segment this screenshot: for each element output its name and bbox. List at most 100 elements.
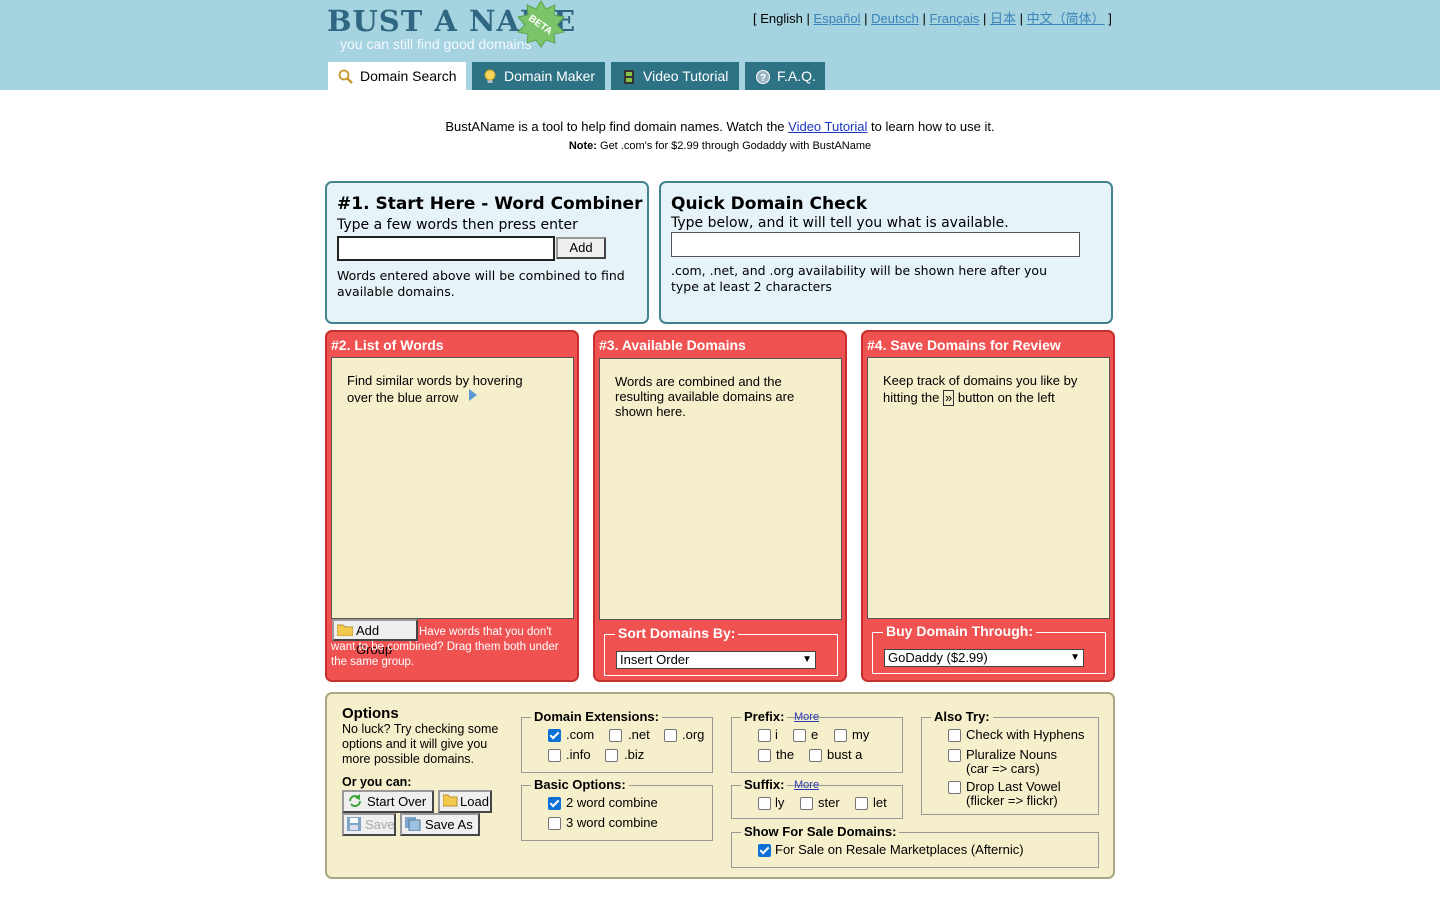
hyphens-checkbox[interactable] bbox=[948, 729, 961, 742]
ext-net-checkbox[interactable] bbox=[609, 729, 622, 742]
prefix-the-checkbox[interactable] bbox=[758, 749, 771, 762]
domain-extensions-legend: Domain Extensions: bbox=[531, 709, 662, 724]
list-of-words-panel: #2. List of Words Find similar words by … bbox=[325, 330, 579, 682]
sort-select-value: Insert Order bbox=[620, 652, 690, 667]
load-label: Load bbox=[460, 794, 489, 809]
ext-biz-checkbox[interactable] bbox=[605, 749, 618, 762]
two-word-combine-checkbox[interactable] bbox=[548, 797, 561, 810]
drop-vowel-label: Drop Last Vowel bbox=[966, 779, 1061, 794]
ext-info-checkbox[interactable] bbox=[548, 749, 561, 762]
registrar-select[interactable]: GoDaddy ($2.99) ▼ bbox=[884, 649, 1084, 667]
saved-domains-list[interactable]: Keep track of domains you like by hittin… bbox=[867, 357, 1110, 619]
save-button[interactable]: Save bbox=[342, 813, 396, 836]
prefix-legend: Prefix: bbox=[741, 709, 788, 724]
ext-com-checkbox[interactable] bbox=[548, 729, 561, 742]
sort-fieldset: Sort Domains By: Insert Order ▼ bbox=[604, 625, 838, 676]
beta-badge-icon: BETA bbox=[517, 0, 565, 48]
sort-legend: Sort Domains By: bbox=[615, 625, 739, 641]
prefix-bust-a-checkbox[interactable] bbox=[809, 749, 822, 762]
video-tutorial-link[interactable]: Video Tutorial bbox=[788, 119, 867, 134]
prefix-my-checkbox[interactable] bbox=[834, 729, 847, 742]
word-combiner-desc: Words entered above will be combined to … bbox=[337, 268, 625, 299]
save-as-button[interactable]: Save As bbox=[400, 813, 480, 836]
prefix-i-checkbox[interactable] bbox=[758, 729, 771, 742]
chevron-down-icon: ▼ bbox=[1070, 652, 1080, 663]
blue-arrow-icon bbox=[468, 389, 477, 401]
intro-before: BustAName is a tool to help find domain … bbox=[445, 119, 789, 134]
ext-biz-label: .biz bbox=[624, 747, 645, 762]
for-sale-label: For Sale on Resale Marketplaces (Afterni… bbox=[775, 842, 1024, 857]
for-sale-checkbox[interactable] bbox=[758, 844, 771, 857]
prefix-e-checkbox[interactable] bbox=[793, 729, 806, 742]
prefix-my-label: my bbox=[852, 727, 870, 742]
site-logo[interactable]: BUST A NAME you can still find good doma… bbox=[327, 0, 575, 56]
add-word-button[interactable]: Add bbox=[556, 237, 606, 259]
lang-link-chinese[interactable]: 中文（简体） bbox=[1027, 11, 1105, 26]
available-domains-title: #3. Available Domains bbox=[599, 337, 746, 353]
save-as-icon bbox=[405, 817, 421, 831]
quick-check-subtitle: Type below, and it will tell you what is… bbox=[671, 215, 1009, 231]
lang-link-japanese[interactable]: 日本 bbox=[990, 11, 1016, 26]
quick-check-title: Quick Domain Check bbox=[671, 194, 867, 214]
suffix-let-label: let bbox=[873, 795, 887, 810]
drop-vowel-checkbox[interactable] bbox=[948, 781, 961, 794]
three-word-combine-checkbox[interactable] bbox=[548, 817, 561, 830]
ext-org-label: .org bbox=[682, 727, 705, 742]
suffix-let-checkbox[interactable] bbox=[855, 797, 868, 810]
quick-domain-check-panel: Quick Domain Check Type below, and it wi… bbox=[659, 181, 1113, 324]
quick-check-desc: .com, .net, and .org availability will b… bbox=[671, 263, 1048, 294]
lang-separator: | bbox=[922, 11, 926, 26]
prefix-more-link[interactable]: More bbox=[794, 711, 819, 723]
suffix-ster-checkbox[interactable] bbox=[800, 797, 813, 810]
suffix-ly-checkbox[interactable] bbox=[758, 797, 771, 810]
available-domains-panel: #3. Available Domains Words are combined… bbox=[593, 330, 847, 682]
start-over-button[interactable]: Start Over bbox=[342, 790, 434, 813]
note-text: Get .com's for $2.99 through Godaddy wit… bbox=[596, 140, 872, 152]
tab-faq[interactable]: ? F.A.Q. bbox=[745, 62, 825, 90]
tab-label: Domain Maker bbox=[504, 68, 596, 84]
quick-check-input[interactable] bbox=[671, 232, 1080, 257]
suffix-ly-label: ly bbox=[775, 795, 785, 810]
basic-options-legend: Basic Options: bbox=[531, 777, 629, 792]
options-desc: No luck? Try checking some options and i… bbox=[342, 722, 499, 766]
lang-current: English bbox=[760, 11, 803, 26]
prefix-bust-a-label: bust a bbox=[827, 747, 863, 762]
lightbulb-icon bbox=[484, 69, 496, 83]
pluralize-example: (car => cars) bbox=[966, 761, 1040, 776]
suffix-more-link[interactable]: More bbox=[794, 779, 819, 791]
intro-after: to learn how to use it. bbox=[867, 119, 995, 134]
tab-domain-maker[interactable]: Domain Maker bbox=[472, 62, 605, 90]
save-domains-hint: Keep track of domains you like by hittin… bbox=[883, 372, 1098, 406]
also-try-fieldset: Also Try: Check with Hyphens Pluralize N… bbox=[921, 709, 1099, 815]
lang-link-french[interactable]: Français bbox=[930, 11, 980, 26]
pluralize-label: Pluralize Nouns bbox=[966, 747, 1058, 762]
chevron-down-icon: ▼ bbox=[802, 654, 812, 665]
word-combiner-panel: #1. Start Here - Word Combiner Type a fe… bbox=[325, 181, 649, 324]
for-sale-legend: Show For Sale Domains: bbox=[741, 824, 900, 839]
lang-link-german[interactable]: Deutsch bbox=[871, 11, 919, 26]
lang-separator: | bbox=[1019, 11, 1024, 26]
sort-select[interactable]: Insert Order ▼ bbox=[616, 651, 816, 669]
available-domains-list[interactable]: Words are combined and the resulting ava… bbox=[599, 358, 842, 620]
save-label: Save bbox=[365, 817, 395, 832]
drop-vowel-example: (flicker => flickr) bbox=[966, 793, 1058, 808]
tab-label: F.A.Q. bbox=[777, 68, 816, 84]
word-combiner-subtitle: Type a few words then press enter bbox=[337, 217, 578, 233]
language-selector: [ English | Español | Deutsch | Français… bbox=[753, 8, 1112, 27]
load-button[interactable]: Load bbox=[438, 790, 492, 813]
ext-org-checkbox[interactable] bbox=[664, 729, 677, 742]
tab-label: Domain Search bbox=[360, 68, 457, 84]
options-panel: Options No luck? Try checking some optio… bbox=[325, 692, 1115, 879]
domain-extensions-fieldset: Domain Extensions: .com .net .org .info … bbox=[521, 709, 713, 773]
lang-close-bracket: ] bbox=[1108, 11, 1112, 26]
word-list-area[interactable]: Find similar words by hovering over the … bbox=[331, 357, 574, 619]
lang-link-spanish[interactable]: Español bbox=[814, 11, 861, 26]
tab-video-tutorial[interactable]: Video Tutorial bbox=[611, 62, 739, 90]
pluralize-checkbox[interactable] bbox=[948, 749, 961, 762]
word-input[interactable] bbox=[337, 236, 555, 261]
word-list-hint: Find similar words by hovering over the … bbox=[347, 372, 547, 406]
save-hint-after: button on the left bbox=[957, 390, 1055, 405]
suffix-fieldset: Suffix: More ly ster let bbox=[731, 777, 903, 819]
prefix-the-label: the bbox=[776, 747, 795, 762]
tab-domain-search[interactable]: Domain Search bbox=[328, 62, 466, 90]
